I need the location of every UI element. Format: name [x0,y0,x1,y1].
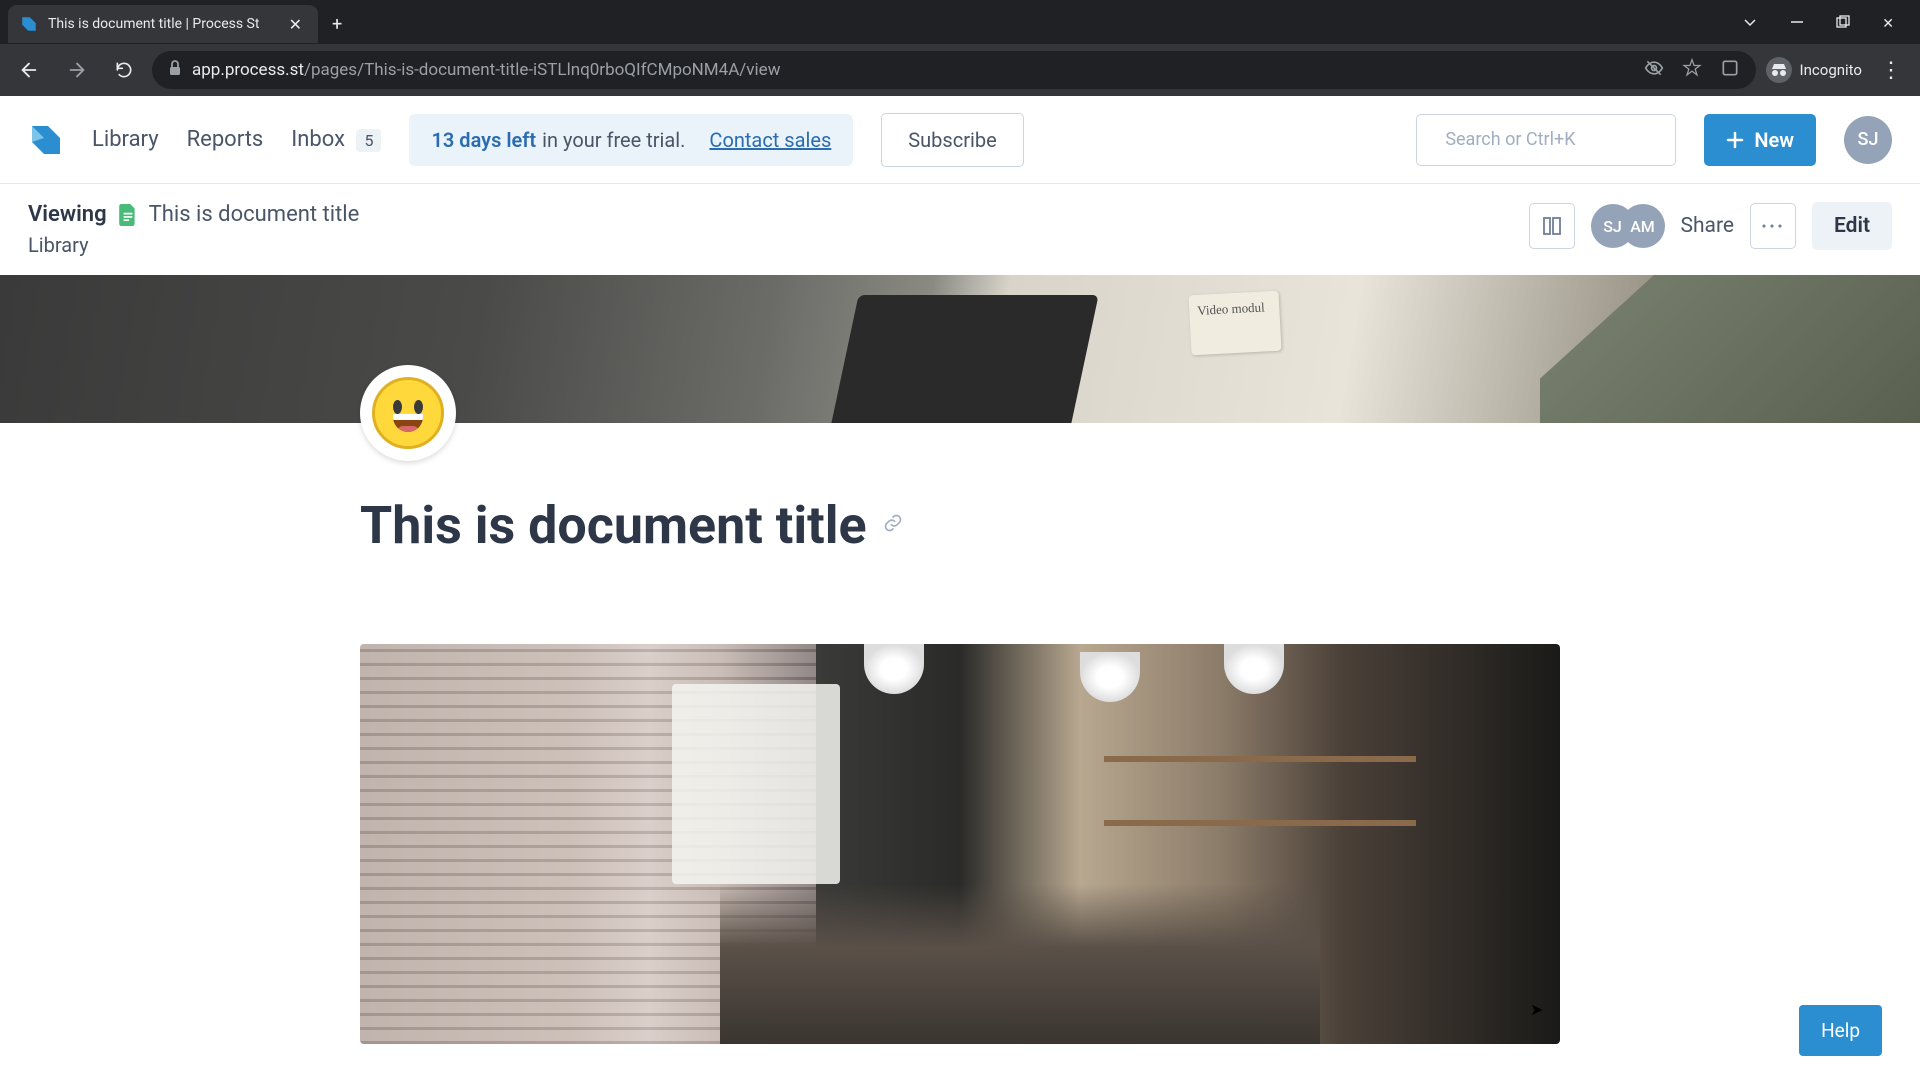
favicon-icon [20,15,38,33]
back-icon[interactable] [10,53,48,87]
collaborator-avatar[interactable]: AM [1621,204,1665,248]
app-logo-icon[interactable] [28,122,64,158]
forward-icon[interactable] [58,53,96,87]
close-window-icon[interactable]: ✕ [1878,12,1898,36]
incognito-label: Incognito [1800,61,1862,79]
trial-text: in your free trial. [542,128,685,152]
plus-icon [1726,131,1744,149]
tracking-icon[interactable] [1644,58,1664,83]
app-header: Library Reports Inbox 5 13 days left in … [0,96,1920,184]
cover-image [0,275,1920,423]
incognito-badge[interactable]: Incognito [1766,57,1862,83]
search-input[interactable] [1445,129,1673,150]
search-box[interactable] [1416,114,1676,166]
help-button[interactable]: Help [1799,1005,1882,1056]
browser-tab[interactable]: This is document title | Process St ✕ [8,5,318,43]
minimize-icon[interactable] [1786,11,1808,37]
trial-days: 13 days left [431,128,536,152]
tab-title: This is document title | Process St [48,16,275,32]
document-name: This is document title [149,202,360,227]
nav-reports[interactable]: Reports [187,127,264,152]
tab-bar: This is document title | Process St ✕ + … [0,0,1920,44]
document-image [360,644,1560,1044]
copy-link-icon[interactable] [883,513,903,539]
inbox-count-badge: 5 [356,129,381,152]
user-avatar[interactable]: SJ [1844,116,1892,164]
url-bar: app.process.st/pages/This-is-document-ti… [0,44,1920,96]
address-bar[interactable]: app.process.st/pages/This-is-document-ti… [152,51,1756,89]
url-text: app.process.st/pages/This-is-document-ti… [192,60,780,80]
close-tab-icon[interactable]: ✕ [285,15,306,34]
breadcrumb-library[interactable]: Library [28,233,359,257]
nav-inbox[interactable]: Inbox 5 [291,127,381,152]
nav-inbox-label: Inbox [291,127,345,152]
maximize-icon[interactable] [1832,11,1854,37]
bookmark-icon[interactable] [1682,58,1702,83]
extensions-icon[interactable] [1720,58,1740,83]
tabs-dropdown-icon[interactable] [1738,10,1762,38]
incognito-icon [1766,57,1792,83]
nav-library[interactable]: Library [92,127,159,152]
trial-banner: 13 days left in your free trial. Contact… [409,114,853,166]
contact-sales-link[interactable]: Contact sales [709,128,831,152]
share-button[interactable]: Share [1681,214,1735,238]
document-icon [119,204,137,226]
edit-button[interactable]: Edit [1812,202,1892,250]
reload-icon[interactable] [106,54,142,86]
more-menu-button[interactable]: ··· [1750,203,1796,249]
new-button-label: New [1754,128,1794,152]
document-bar: Viewing This is document title Library S… [0,184,1920,275]
grinning-face-icon [372,377,444,449]
layout-toggle-button[interactable] [1529,203,1575,249]
kebab-menu-icon[interactable]: ⋮ [1872,52,1910,89]
document-title: This is document title [360,495,867,556]
new-tab-button[interactable]: + [318,14,356,35]
subscribe-button[interactable]: Subscribe [881,113,1023,167]
new-button[interactable]: New [1704,114,1816,166]
avatar-stack[interactable]: SJ AM [1591,204,1665,248]
viewing-label: Viewing [28,202,107,227]
more-icon: ··· [1761,214,1785,238]
lock-icon [168,60,182,80]
document-emoji[interactable] [360,365,456,461]
layout-icon [1542,216,1562,236]
